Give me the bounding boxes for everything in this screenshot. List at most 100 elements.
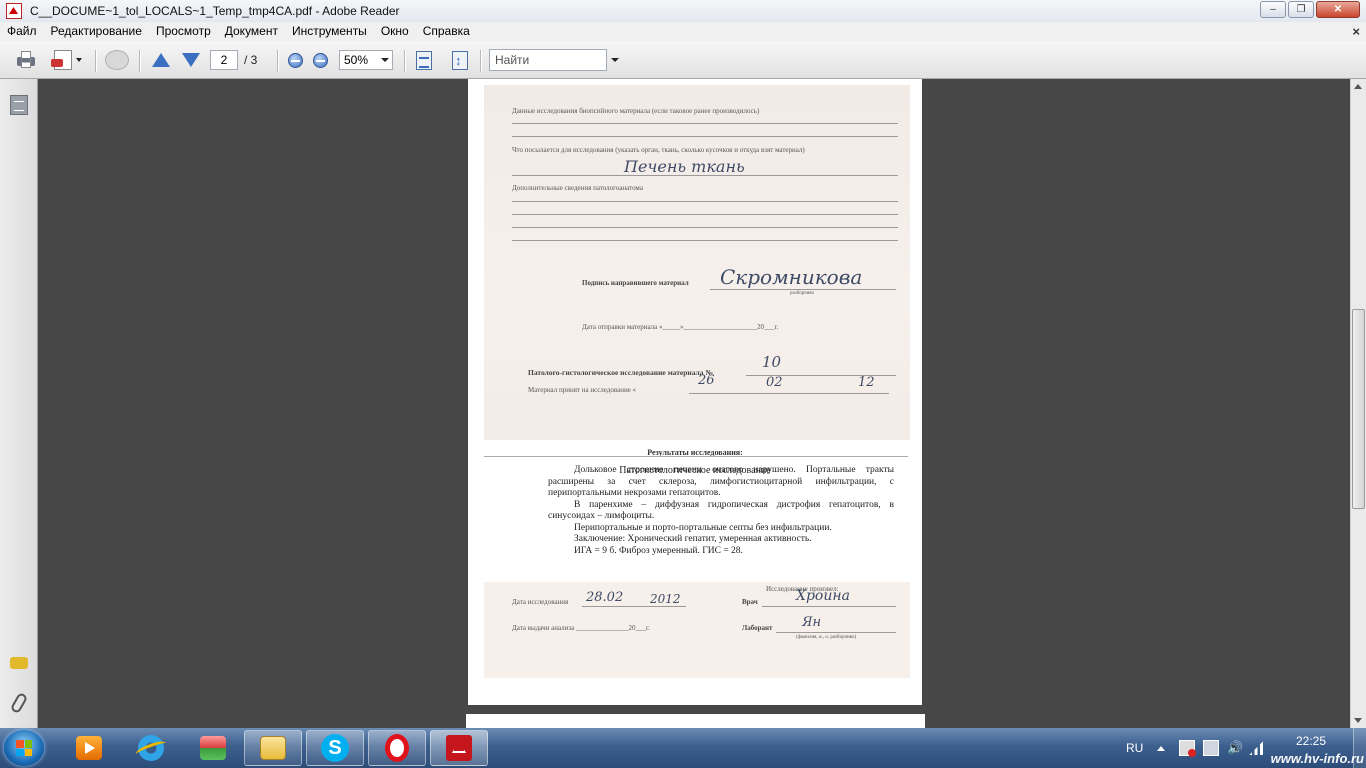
clock[interactable]: 22:25 [1296, 734, 1326, 748]
form-line [512, 227, 898, 228]
form-label: Данные исследования биопсийного материал… [512, 107, 760, 115]
section-divider [484, 456, 908, 457]
fit-width-icon [416, 50, 432, 70]
arrow-down-icon [182, 53, 200, 67]
form-label: Дата отправки материала «_____»_________… [582, 323, 779, 331]
volume-icon[interactable]: 🔊 [1227, 741, 1243, 755]
paragraph: Заключение: Хронический гепатит, умеренн… [574, 534, 812, 544]
arrow-up-icon [152, 53, 170, 67]
form-line [512, 240, 898, 241]
find-input[interactable]: Найти [489, 49, 607, 71]
zoom-value: 50% [339, 50, 393, 70]
form-line [512, 123, 898, 124]
scanned-form-bottom: Исследование произвел: Дата исследования… [484, 582, 910, 678]
print-button[interactable] [13, 48, 39, 72]
attachments-icon[interactable] [9, 691, 29, 715]
handwritten-signature: Ян [802, 615, 822, 630]
paragraph: ИГА = 9 б. Фиброз умеренный. ГИС = 28. [574, 545, 743, 556]
fit-page-button[interactable] [450, 48, 470, 72]
menu-view[interactable]: Просмотр [149, 22, 218, 41]
minimize-button[interactable]: – [1260, 1, 1286, 18]
menu-file[interactable]: Файл [0, 22, 44, 41]
toolbar: 2 / 3 50% Найти [0, 41, 1366, 79]
minus-icon [287, 52, 303, 68]
form-sublabel: (фамилия, и., о. разборчиво) [796, 635, 857, 640]
taskbar-explorer[interactable] [244, 730, 302, 766]
chevron-down-icon [381, 58, 389, 62]
cloud-icon [105, 50, 129, 70]
taskbar-app[interactable] [184, 730, 242, 766]
pdf-page: Данные исследования биопсийного материал… [468, 79, 922, 705]
skype-icon: S [321, 734, 349, 762]
comments-icon[interactable] [10, 657, 28, 669]
device-icon[interactable] [1203, 740, 1220, 756]
menu-document[interactable]: Документ [218, 22, 285, 41]
internet-explorer-icon [138, 735, 164, 761]
toolbar-separator [277, 50, 279, 72]
show-hidden-icons-icon[interactable] [1157, 745, 1166, 751]
vertical-scrollbar[interactable] [1350, 79, 1366, 728]
show-desktop-button[interactable] [1353, 728, 1366, 768]
taskbar: S RU 🔊 22:25 www.hv-info.ru [0, 728, 1366, 768]
share-button[interactable] [50, 48, 86, 72]
form-label: Патолого-гистологическое исследование ма… [528, 368, 713, 377]
menu-window[interactable]: Окно [374, 22, 416, 41]
window-controls: – ❐ ✕ [1260, 1, 1360, 18]
scroll-up-icon[interactable] [1354, 84, 1362, 89]
document-viewport[interactable]: Данные исследования биопсийного материал… [38, 79, 1350, 728]
taskbar-adobe-reader[interactable] [430, 730, 488, 766]
form-line [710, 289, 896, 290]
find-box[interactable]: Найти [489, 48, 619, 72]
zoom-out-button[interactable] [286, 48, 304, 72]
start-button[interactable] [4, 730, 44, 766]
scanned-form-top: Данные исследования биопсийного материал… [484, 85, 910, 440]
form-line [762, 606, 896, 607]
taskbar-skype[interactable]: S [306, 730, 364, 766]
document-share-icon [51, 50, 72, 70]
pdf-page-next [466, 714, 925, 728]
taskbar-internet-explorer[interactable] [122, 730, 180, 766]
menu-edit[interactable]: Редактирование [44, 22, 149, 41]
paragraph: В паренхиме – диффузная гидропическая ди… [548, 499, 894, 522]
scrollbar-thumb[interactable] [1352, 309, 1365, 509]
windows-logo-icon [16, 740, 32, 756]
next-page-button[interactable] [180, 48, 202, 72]
opera-icon [385, 734, 409, 762]
action-center-icon[interactable] [1179, 740, 1197, 757]
pages-icon[interactable] [10, 95, 28, 115]
app-icon [200, 736, 226, 760]
page-number-input[interactable]: 2 [210, 50, 238, 70]
paragraph: Перипортальные и порто-портальные септы … [574, 522, 832, 533]
handwritten-signature: Хроина [796, 588, 850, 604]
previous-page-button[interactable] [150, 48, 172, 72]
handwritten-year: 2012 [650, 592, 681, 606]
form-label: Подпись направившего материал [582, 279, 689, 287]
scroll-down-icon[interactable] [1354, 718, 1362, 723]
restore-button[interactable]: ❐ [1288, 1, 1314, 18]
form-line [512, 214, 898, 215]
zoom-select[interactable]: 50% [337, 48, 395, 72]
menu-help[interactable]: Справка [416, 22, 477, 41]
zoom-in-button[interactable] [311, 48, 329, 72]
taskbar-media-player[interactable] [60, 730, 118, 766]
network-icon[interactable] [1249, 741, 1264, 755]
handwritten-signature: Скромникова [720, 265, 863, 289]
language-indicator[interactable]: RU [1126, 741, 1143, 755]
menu-bar: Файл Редактирование Просмотр Документ Ин… [0, 22, 1366, 41]
comment-button-disabled[interactable] [104, 48, 130, 72]
form-line [582, 606, 686, 607]
close-button[interactable]: ✕ [1316, 1, 1360, 18]
page-navigation: 2 / 3 [210, 48, 270, 72]
scroll-mode-button[interactable] [414, 48, 434, 72]
toolbar-separator [480, 50, 482, 72]
page-total: / 3 [244, 53, 258, 67]
adobe-reader-icon [446, 735, 472, 761]
taskbar-opera[interactable] [368, 730, 426, 766]
form-label: Материал принят на исследование « [528, 386, 637, 394]
form-line [512, 201, 898, 202]
menu-tools[interactable]: Инструменты [285, 22, 374, 41]
chevron-down-icon[interactable] [611, 58, 619, 62]
form-line [512, 136, 898, 137]
close-document-button[interactable]: × [1352, 22, 1360, 41]
toolbar-separator [139, 50, 141, 72]
